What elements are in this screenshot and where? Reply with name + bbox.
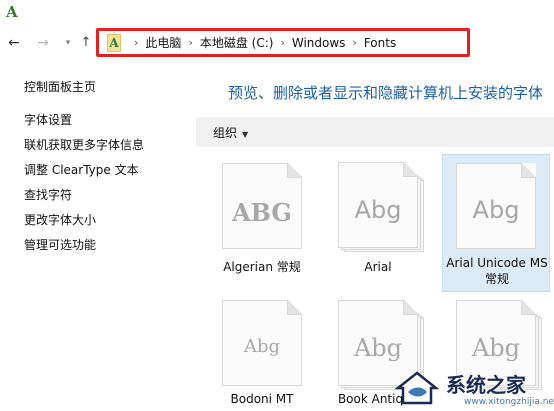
font-tile-arial-unicode[interactable]: Abg Arial Unicode MS 常规 [442,154,550,292]
font-sample-text: ABG [232,198,292,227]
font-name-label: Algerian 常规 [223,260,301,274]
breadcrumb-fonts[interactable]: Fonts [364,36,396,50]
font-tile-algerian[interactable]: ABG Algerian 常规 [208,156,316,286]
breadcrumb-separator[interactable]: › [188,36,192,49]
font-folder-icon: A [6,3,18,21]
font-sample-text: Abg [472,196,520,224]
breadcrumb-separator[interactable]: › [134,36,138,49]
control-panel-home-link[interactable]: 控制面板主页 [24,78,96,95]
font-name-label: Bodoni MT [230,392,294,406]
sidebar-item-font-settings[interactable]: 字体设置 [24,112,144,137]
site-watermark: 系统之家 www.xitongzhijia.net [384,364,554,411]
breadcrumb-separator[interactable]: › [352,36,356,49]
font-folder-icon: A [107,33,121,52]
sidebar-links: 字体设置 联机获取更多字体信息 调整 ClearType 文本 查找字符 更改字… [24,112,144,262]
title-bar: A [0,0,554,26]
font-sample-text: Abg [353,334,403,362]
sidebar: 控制面板主页 字体设置 联机获取更多字体信息 调整 ClearType 文本 查… [0,62,190,411]
organize-button[interactable]: 组织 ▼ [213,124,248,141]
up-arrow-icon[interactable]: ↑ [76,33,96,53]
font-sample-text: Abg [354,196,402,224]
font-sample-text: Abg [243,336,281,357]
font-sample-text: Abg [471,334,521,362]
back-arrow-icon[interactable]: ← [4,33,24,53]
breadcrumb-separator[interactable]: › [280,36,284,49]
breadcrumb-windows[interactable]: Windows [292,36,346,50]
caret-down-icon: ▼ [242,130,249,139]
watermark-text: 系统之家 [446,373,526,397]
command-bar: 组织 ▼ [196,117,554,147]
font-tile-arial[interactable]: Abg Arial [324,156,432,286]
sidebar-item-get-font-info-online[interactable]: 联机获取更多字体信息 [24,137,144,162]
watermark-url: www.xitongzhijia.net [464,397,554,407]
sidebar-item-find-character[interactable]: 查找字符 [24,187,144,212]
address-bar[interactable]: A › 此电脑 › 本地磁盘 (C:) › Windows › Fonts [96,28,470,57]
breadcrumb-this-pc[interactable]: 此电脑 [145,34,181,51]
house-logo-icon [394,371,440,405]
font-tile-bodoni[interactable]: Abg Bodoni MT [208,296,316,411]
sidebar-item-adjust-cleartype[interactable]: 调整 ClearType 文本 [24,162,144,187]
sidebar-item-change-font-size[interactable]: 更改字体大小 [24,212,144,237]
sidebar-item-manage-optional-features[interactable]: 管理可选功能 [24,237,144,262]
page-heading: 预览、删除或者显示和隐藏计算机上安装的字体 [228,84,544,102]
organize-label: 组织 [213,126,238,140]
forward-arrow-icon[interactable]: → [33,33,53,53]
breadcrumb-local-disk[interactable]: 本地磁盘 (C:) [200,34,274,51]
font-name-label: Arial [364,260,392,274]
font-name-label: Arial Unicode MS 常规 [446,256,548,286]
chevron-down-icon[interactable]: ▾ [58,33,78,53]
